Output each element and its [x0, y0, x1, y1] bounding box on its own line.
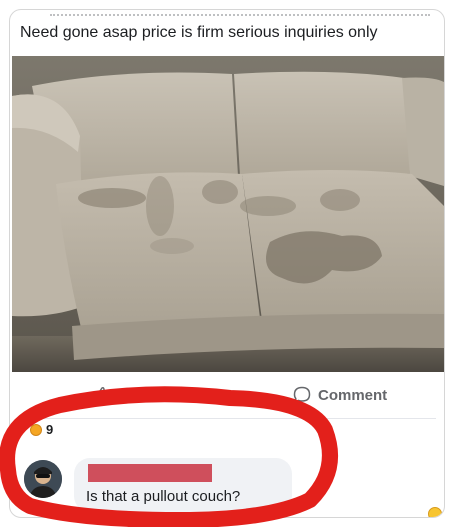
post-card: Need gone asap price is firm serious inq…	[9, 9, 445, 518]
actions-divider	[20, 418, 436, 419]
commenter-avatar[interactable]	[24, 460, 62, 498]
laughing-emoji-icon	[428, 507, 442, 517]
like-label: Like	[118, 386, 149, 404]
cropped-header-edge	[50, 14, 430, 20]
speech-bubble-icon	[293, 386, 311, 403]
couch-image	[12, 56, 444, 372]
reaction-emoji-icon	[30, 423, 42, 436]
comment-text: Is that a pullout couch?	[86, 488, 241, 505]
redacted-author-name	[88, 464, 212, 482]
post-actions-bar: Like Comment	[10, 372, 444, 418]
reaction-count[interactable]: 9	[30, 422, 53, 437]
comment-button[interactable]: Comment	[292, 384, 387, 406]
comment-label: Comment	[318, 386, 388, 404]
post-text: Need gone asap price is firm serious inq…	[20, 24, 378, 41]
like-button[interactable]: Like	[92, 384, 148, 406]
comment-bubble[interactable]: Is that a pullout couch?	[74, 458, 292, 512]
comment-item: Is that a pullout couch?	[24, 458, 424, 514]
post-photo[interactable]	[12, 56, 444, 372]
thumbs-up-icon	[93, 387, 111, 404]
reaction-count-value: 9	[46, 422, 54, 437]
avatar-image	[24, 460, 62, 498]
